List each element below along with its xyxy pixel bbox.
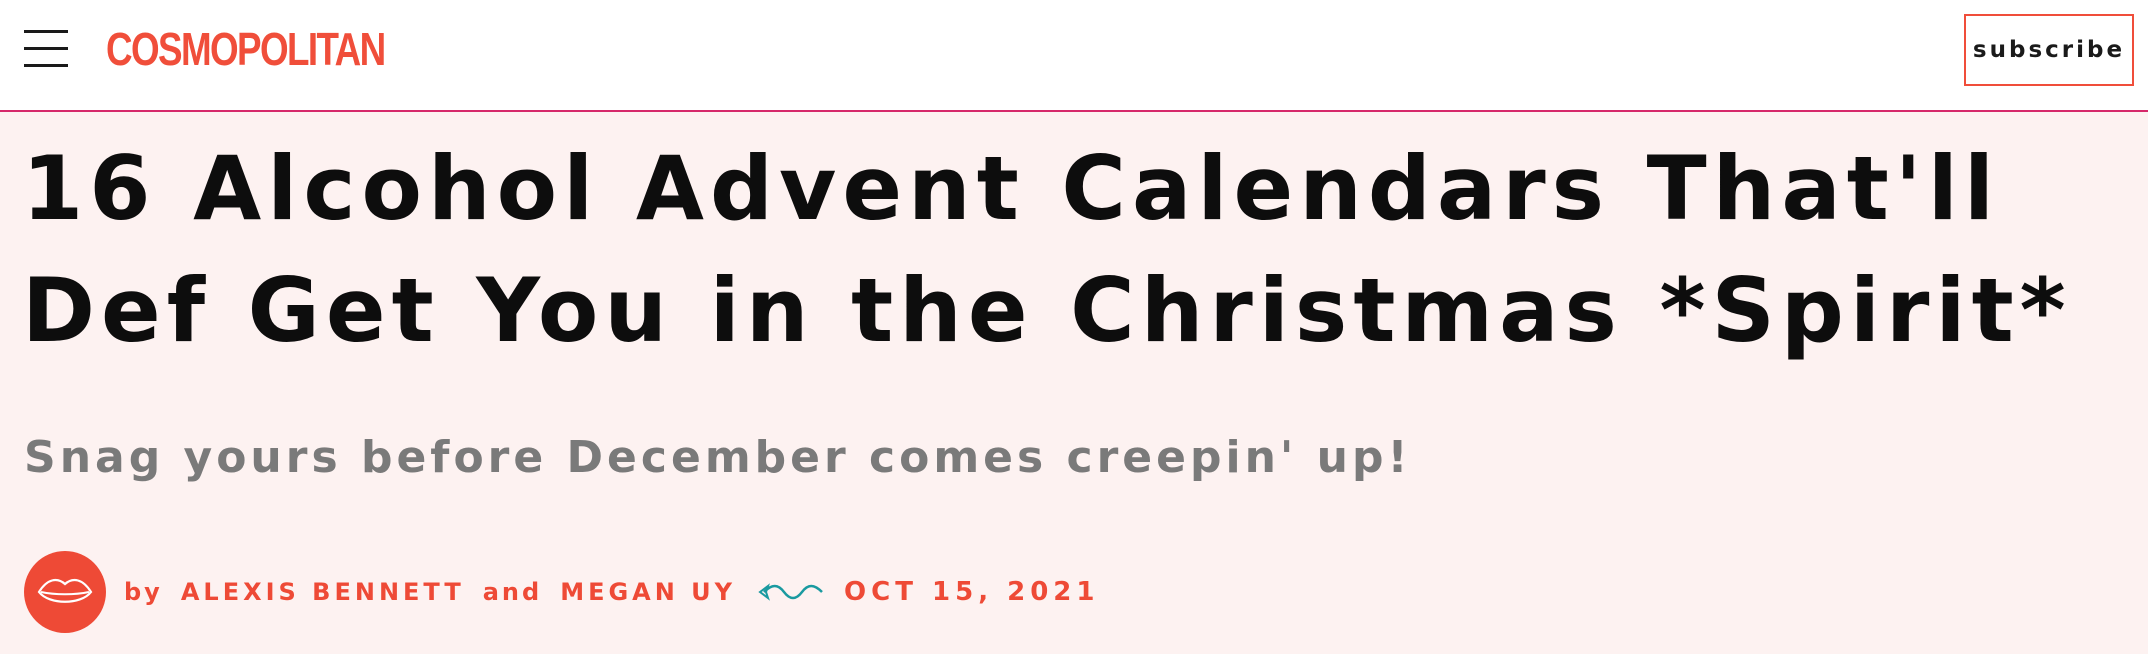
author-link[interactable]: ALEXIS BENNETT xyxy=(181,578,465,606)
article-dek: Snag yours before December comes creepin… xyxy=(24,432,1412,483)
byline-and: and xyxy=(482,578,543,606)
subscribe-button[interactable]: subscribe xyxy=(1964,14,2134,86)
squiggle-icon xyxy=(758,583,823,601)
author-link[interactable]: MEGAN UY xyxy=(560,578,736,606)
hamburger-menu-icon[interactable] xyxy=(24,30,68,68)
byline-by: by xyxy=(124,578,163,606)
publish-date: OCT 15, 2021 xyxy=(844,577,1100,607)
lips-icon xyxy=(24,551,106,633)
article-headline: 16 Alcohol Advent Calendars That'll Def … xyxy=(22,137,2072,362)
site-logo[interactable]: COSMOPOLITAN xyxy=(106,18,386,80)
byline: by ALEXIS BENNETT and MEGAN UY OCT 15, 2… xyxy=(24,550,1100,634)
site-header: COSMOPOLITAN subscribe xyxy=(0,0,2148,112)
